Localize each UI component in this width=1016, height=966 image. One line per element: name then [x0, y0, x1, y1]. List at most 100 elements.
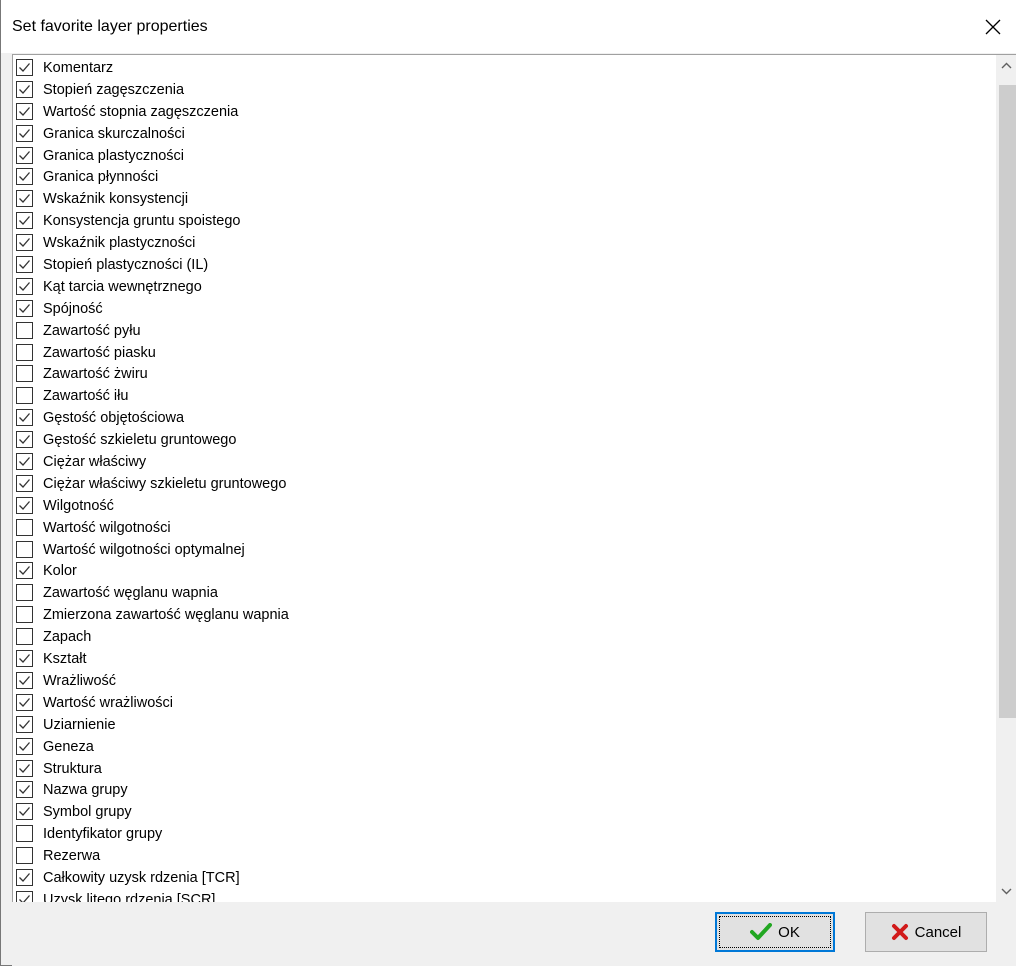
ok-button[interactable]: OK	[715, 912, 835, 952]
checkbox[interactable]	[16, 409, 33, 427]
checkbox[interactable]	[16, 453, 33, 471]
scroll-down-button[interactable]	[996, 881, 1016, 902]
checkmark-icon	[19, 697, 30, 707]
checkbox[interactable]	[16, 234, 33, 252]
checkbox[interactable]	[16, 540, 33, 558]
checklist-item[interactable]: Wartość wilgotności	[13, 517, 997, 539]
checkbox[interactable]	[16, 474, 33, 492]
checklist-item-label: Wskaźnik konsystencji	[43, 191, 189, 208]
checkbox[interactable]	[16, 80, 33, 98]
checkmark-icon	[19, 807, 30, 817]
checklist-item[interactable]: Komentarz	[13, 57, 997, 79]
checklist-item[interactable]: Wskaźnik konsystencji	[13, 188, 997, 210]
checkbox[interactable]	[16, 102, 33, 120]
checkbox[interactable]	[16, 387, 33, 405]
checkbox[interactable]	[16, 146, 33, 164]
checklist-item[interactable]: Wartość wrażliwości	[13, 692, 997, 714]
checkbox[interactable]	[16, 518, 33, 536]
checklist-item[interactable]: Granica skurczalności	[13, 123, 997, 145]
scrollbar-thumb[interactable]	[999, 85, 1016, 718]
checkbox[interactable]	[16, 781, 33, 799]
focus-rectangle	[719, 916, 831, 948]
checklist-item[interactable]: Uzysk litego rdzenia [SCR]	[13, 889, 997, 902]
checklist-item[interactable]: Kąt tarcia wewnętrznego	[13, 276, 997, 298]
checklist-item[interactable]: Ciężar właściwy	[13, 451, 997, 473]
close-icon	[985, 19, 1001, 35]
checkbox[interactable]	[16, 365, 33, 383]
checklist-item[interactable]: Symbol grupy	[13, 801, 997, 823]
checklist-item[interactable]: Kolor	[13, 560, 997, 582]
title-bar: Set favorite layer properties	[1, 0, 1016, 53]
checkbox[interactable]	[16, 584, 33, 602]
checkbox[interactable]	[16, 847, 33, 865]
checkbox[interactable]	[16, 606, 33, 624]
checklist-item[interactable]: Nazwa grupy	[13, 779, 997, 801]
checklist-item[interactable]: Wskaźnik plastyczności	[13, 232, 997, 254]
checkbox[interactable]	[16, 868, 33, 886]
checkbox[interactable]	[16, 299, 33, 317]
checklist-item[interactable]: Wilgotność	[13, 495, 997, 517]
checkbox[interactable]	[16, 343, 33, 361]
checklist-item-label: Uzysk litego rdzenia [SCR]	[43, 891, 216, 902]
checkbox[interactable]	[16, 628, 33, 646]
checklist-item[interactable]: Konsystencja gruntu spoistego	[13, 210, 997, 232]
checkbox[interactable]	[16, 256, 33, 274]
checkbox[interactable]	[16, 562, 33, 580]
checklist-item-label: Gęstość szkieletu gruntowego	[43, 432, 237, 449]
checkbox[interactable]	[16, 321, 33, 339]
checkmark-icon	[19, 873, 30, 882]
checkbox[interactable]	[16, 190, 33, 208]
checklist-item[interactable]: Zawartość iłu	[13, 385, 997, 407]
checkbox[interactable]	[16, 671, 33, 689]
checkbox[interactable]	[16, 759, 33, 777]
checklist-item[interactable]: Spójność	[13, 298, 997, 320]
scroll-up-button[interactable]	[996, 55, 1016, 77]
checkbox[interactable]	[16, 803, 33, 821]
checklist-item[interactable]: Struktura	[13, 758, 997, 780]
checklist-item[interactable]: Granica płynności	[13, 166, 997, 188]
checklist-item[interactable]: Wartość stopnia zagęszczenia	[13, 101, 997, 123]
checklist-item[interactable]: Wrażliwość	[13, 670, 997, 692]
cancel-button[interactable]: Cancel	[865, 912, 987, 952]
checkbox[interactable]	[16, 825, 33, 843]
checklist-item[interactable]: Zawartość pyłu	[13, 320, 997, 342]
checkmark-icon	[19, 719, 30, 729]
checkbox[interactable]	[16, 650, 33, 668]
property-checklist[interactable]: Komentarz Stopień zagęszczenia Wartość sto…	[12, 54, 1016, 902]
checkbox[interactable]	[16, 168, 33, 186]
checkbox[interactable]	[16, 431, 33, 449]
checkbox[interactable]	[16, 277, 33, 295]
checklist-item-label: Konsystencja gruntu spoistego	[43, 213, 241, 230]
checklist-item[interactable]: Zmierzona zawartość węglanu wapnia	[13, 604, 997, 626]
checklist-item[interactable]: Stopień zagęszczenia	[13, 79, 997, 101]
checklist-item[interactable]: Kształt	[13, 648, 997, 670]
checklist-item[interactable]: Zawartość węglanu wapnia	[13, 582, 997, 604]
checklist-item[interactable]: Wartość wilgotności optymalnej	[13, 539, 997, 561]
close-button[interactable]	[970, 0, 1016, 53]
checkbox[interactable]	[16, 212, 33, 230]
chevron-down-icon	[1001, 888, 1012, 895]
checkbox[interactable]	[16, 693, 33, 711]
checklist-item[interactable]: Granica plastyczności	[13, 145, 997, 167]
checklist-item[interactable]: Gęstość objętościowa	[13, 407, 997, 429]
vertical-scrollbar[interactable]	[996, 55, 1016, 902]
checklist-item[interactable]: Rezerwa	[13, 845, 997, 867]
checklist-item[interactable]: Całkowity uzysk rdzenia [TCR]	[13, 867, 997, 889]
checklist-item[interactable]: Zawartość żwiru	[13, 363, 997, 385]
checkmark-icon	[19, 281, 30, 291]
checklist-item[interactable]: Zawartość piasku	[13, 342, 997, 364]
checklist-item[interactable]: Gęstość szkieletu gruntowego	[13, 429, 997, 451]
checkbox[interactable]	[16, 890, 33, 902]
checklist-item-label: Ciężar właściwy	[43, 454, 147, 471]
checklist-item[interactable]: Ciężar właściwy szkieletu gruntowego	[13, 473, 997, 495]
checklist-item[interactable]: Zapach	[13, 626, 997, 648]
checkbox[interactable]	[16, 59, 33, 76]
checklist-item[interactable]: Stopień plastyczności (IL)	[13, 254, 997, 276]
checklist-item[interactable]: Identyfikator grupy	[13, 823, 997, 845]
checklist-item[interactable]: Geneza	[13, 736, 997, 758]
checklist-item[interactable]: Uziarnienie	[13, 714, 997, 736]
checkbox[interactable]	[16, 737, 33, 755]
checkbox[interactable]	[16, 715, 33, 733]
checkbox[interactable]	[16, 124, 33, 142]
checkbox[interactable]	[16, 496, 33, 514]
